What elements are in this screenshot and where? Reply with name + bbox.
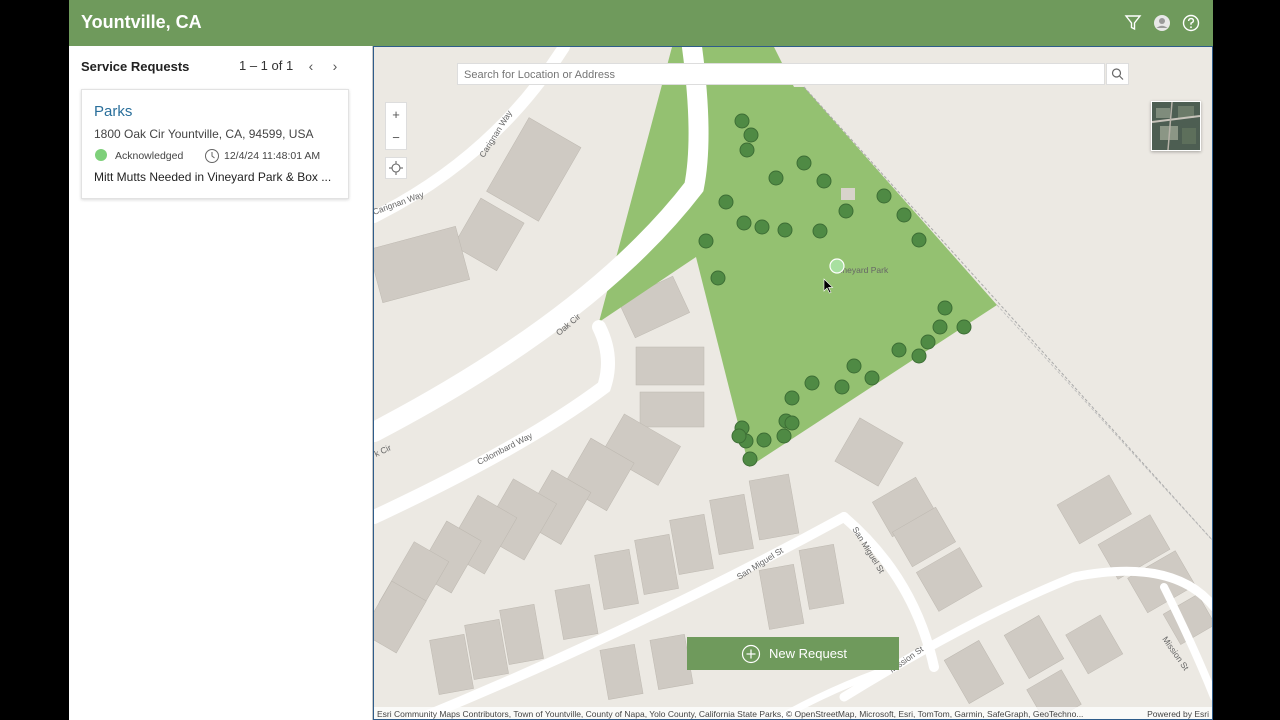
pager-count: 1 – 1 of 1 bbox=[239, 58, 294, 73]
user-avatar-icon[interactable] bbox=[1152, 13, 1172, 33]
request-category: Parks bbox=[94, 103, 133, 120]
add-icon bbox=[741, 644, 761, 664]
header-bar: Yountville, CA bbox=[69, 0, 1213, 46]
attribution-text: Esri Community Maps Contributors, Town o… bbox=[377, 709, 1084, 719]
request-marker[interactable] bbox=[829, 258, 845, 274]
map-attribution: Esri Community Maps Contributors, Town o… bbox=[374, 707, 1212, 719]
new-request-label: New Request bbox=[769, 646, 848, 661]
locate-icon bbox=[389, 161, 403, 175]
map-view[interactable]: Carignan Way Carignan Way Oak Cir Colomb… bbox=[373, 46, 1213, 720]
service-requests-panel: Service Requests 1 – 1 of 1 ‹ › Parks 18… bbox=[69, 46, 373, 720]
street-label: Colombard Way bbox=[475, 430, 534, 467]
satellite-thumbnail-icon bbox=[1152, 102, 1200, 150]
next-page-button[interactable]: › bbox=[325, 56, 345, 76]
prev-page-button[interactable]: ‹ bbox=[301, 56, 321, 76]
zoom-controls: + − bbox=[385, 102, 407, 150]
clock-icon bbox=[204, 148, 220, 169]
app-title: Yountville, CA bbox=[81, 12, 202, 32]
basemap-toggle[interactable] bbox=[1151, 101, 1201, 151]
request-datetime: 12/4/24 11:48:01 AM bbox=[224, 150, 321, 162]
filter-icon[interactable] bbox=[1123, 13, 1143, 33]
help-icon[interactable] bbox=[1181, 13, 1201, 33]
new-request-button[interactable]: New Request bbox=[687, 637, 899, 670]
request-card[interactable]: Parks 1800 Oak Cir Yountville, CA, 94599… bbox=[81, 89, 349, 199]
search-button[interactable] bbox=[1106, 63, 1129, 85]
basemap: Carignan Way Carignan Way Oak Cir Colomb… bbox=[374, 47, 1212, 719]
street-label: k Cir bbox=[374, 442, 393, 459]
panel-title: Service Requests bbox=[81, 59, 190, 74]
street-label: Carignan Way bbox=[477, 108, 514, 159]
powered-by-link[interactable]: Powered by Esri bbox=[1147, 709, 1209, 719]
search-icon bbox=[1111, 68, 1124, 80]
street-label: Carignan Way bbox=[374, 189, 426, 217]
vineyard-park[interactable] bbox=[696, 87, 997, 467]
request-description: Mitt Mutts Needed in Vineyard Park & Box… bbox=[94, 170, 332, 184]
app-window: Yountville, CA Service Requests 1 – 1 of… bbox=[69, 0, 1213, 720]
request-status: Acknowledged bbox=[115, 150, 184, 162]
status-indicator bbox=[95, 149, 107, 161]
search-box[interactable] bbox=[457, 63, 1105, 85]
locate-button[interactable] bbox=[385, 157, 407, 179]
zoom-in-button[interactable]: + bbox=[386, 103, 406, 126]
zoom-out-button[interactable]: − bbox=[386, 126, 406, 149]
request-address: 1800 Oak Cir Yountville, CA, 94599, USA bbox=[94, 127, 314, 141]
search-input[interactable] bbox=[462, 65, 1086, 85]
